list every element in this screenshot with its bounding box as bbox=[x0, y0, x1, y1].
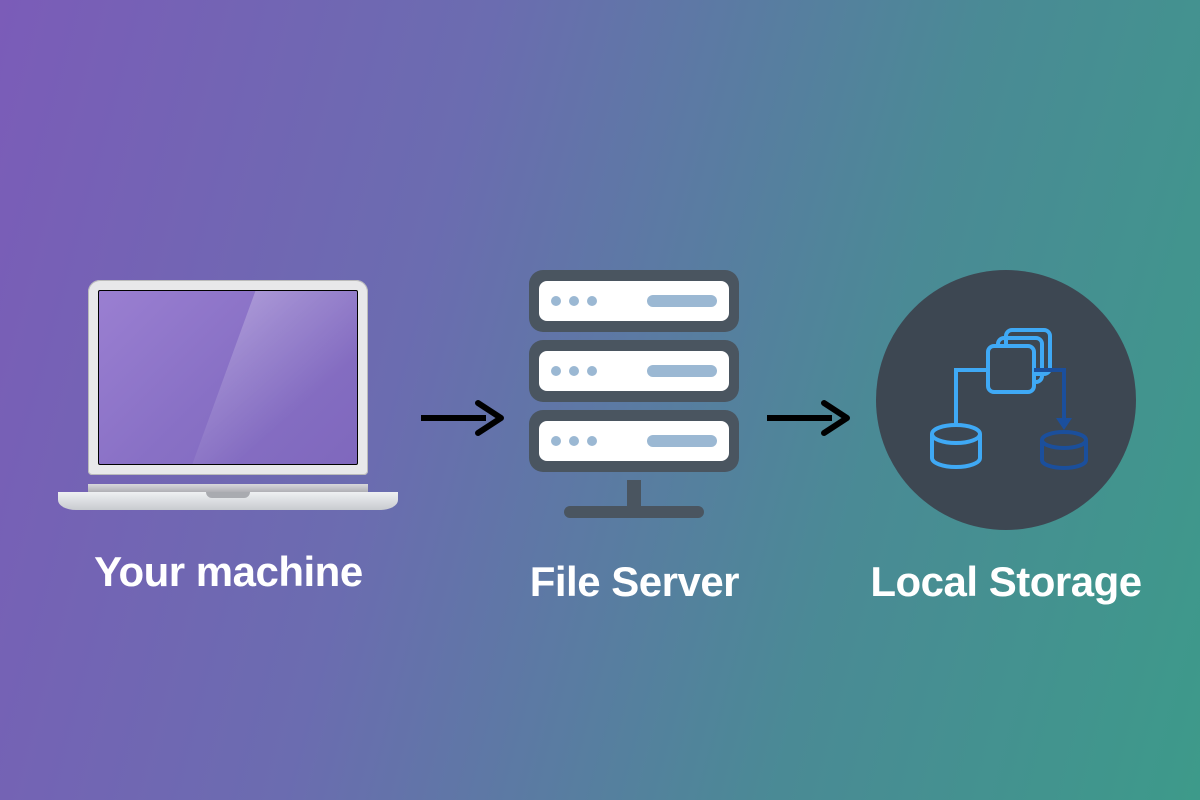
node-your-machine: Your machine bbox=[58, 280, 398, 596]
flow-diagram: Your machine File Server bbox=[0, 270, 1200, 606]
laptop-icon bbox=[58, 280, 398, 520]
label-file-server: File Server bbox=[530, 558, 739, 606]
storage-icon bbox=[876, 270, 1136, 530]
arrow-icon bbox=[416, 288, 506, 548]
label-local-storage: Local Storage bbox=[870, 558, 1141, 606]
node-file-server: File Server bbox=[524, 270, 744, 606]
server-rack-icon bbox=[524, 270, 744, 530]
label-your-machine: Your machine bbox=[94, 548, 363, 596]
node-local-storage: Local Storage bbox=[870, 270, 1141, 606]
arrow-icon bbox=[762, 288, 852, 548]
